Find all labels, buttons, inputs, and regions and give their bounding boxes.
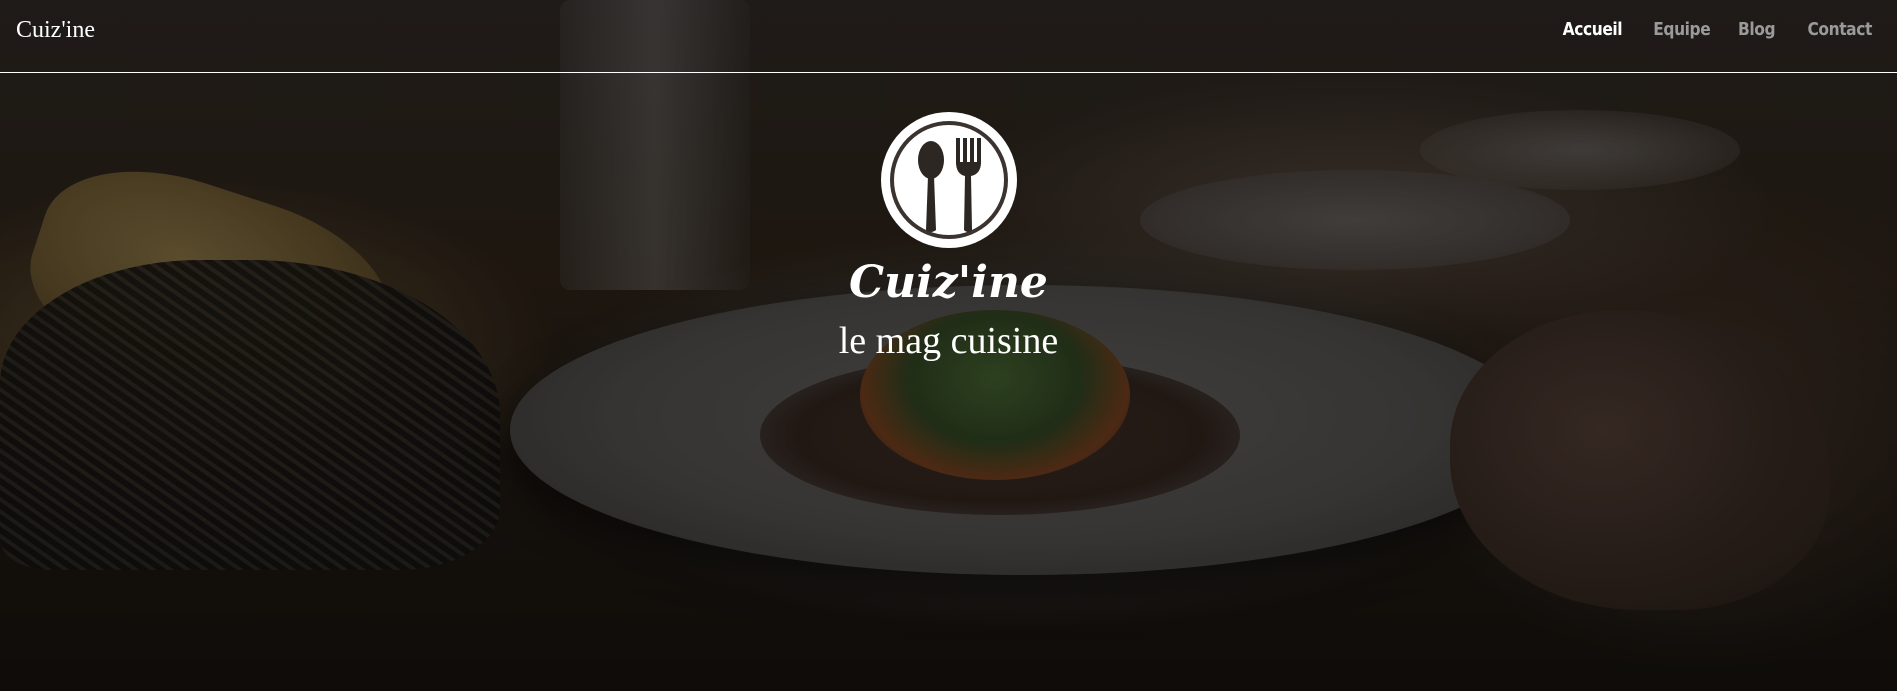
hero-subtitle: le mag cuisine <box>838 320 1059 362</box>
nav-item-contact[interactable]: Contact <box>1808 19 1873 40</box>
hero-title: Cuiz'ine <box>849 257 1048 308</box>
hero-section: Cuiz'ine Accueil Equipe Blog Contact Cui… <box>0 0 1897 691</box>
hero-branding: Cuiz'ine le mag cuisine <box>0 108 1897 365</box>
spoon-fork-icon <box>880 112 1017 248</box>
top-navbar: Cuiz'ine Accueil Equipe Blog Contact <box>0 0 1897 73</box>
nav-item-equipe[interactable]: Equipe <box>1653 19 1710 40</box>
brand-link[interactable]: Cuiz'ine <box>16 17 95 44</box>
main-nav: Accueil Equipe Blog Contact <box>1553 19 1872 40</box>
nav-item-accueil[interactable]: Accueil <box>1562 19 1622 40</box>
nav-item-blog[interactable]: Blog <box>1738 19 1776 40</box>
